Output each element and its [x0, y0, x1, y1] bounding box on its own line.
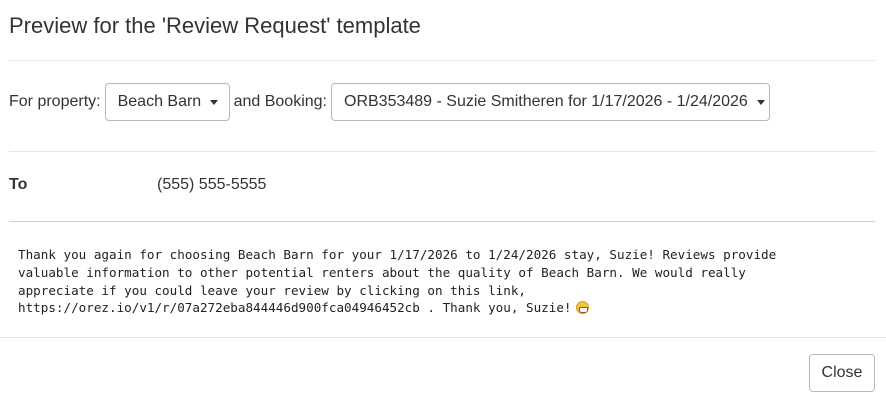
preview-modal: Preview for the 'Review Request' templat… [0, 0, 886, 403]
booking-dropdown[interactable]: ORB353489 - Suzie Smitheren for 1/17/202… [331, 83, 770, 121]
property-dropdown-value: Beach Barn [117, 93, 202, 110]
footer-divider [0, 337, 886, 338]
grinning-face-icon [575, 301, 589, 315]
recipient-phone: (555) 555-5555 [157, 176, 267, 193]
property-dropdown[interactable]: Beach Barn [104, 83, 230, 121]
chevron-down-icon [756, 99, 765, 105]
property-label: For property: [9, 93, 101, 110]
to-label: To [9, 176, 28, 193]
recipient-divider [9, 221, 875, 222]
recipient-row: To (555) 555-5555 [9, 176, 875, 196]
message-preview: Thank you again for choosing Beach Barn … [18, 246, 868, 317]
modal-header: Preview for the 'Review Request' templat… [0, 0, 886, 60]
page-title: Preview for the 'Review Request' templat… [9, 13, 421, 38]
booking-label: and Booking: [233, 93, 327, 110]
selector-divider [9, 151, 875, 152]
booking-dropdown-value: ORB353489 - Suzie Smitheren for 1/17/202… [344, 93, 748, 110]
selector-row: For property: Beach Barn and Booking: OR… [9, 83, 770, 121]
chevron-down-icon [210, 99, 219, 105]
message-body: Thank you again for choosing Beach Barn … [18, 247, 777, 316]
header-divider [9, 60, 875, 61]
close-button[interactable]: Close [809, 354, 875, 392]
